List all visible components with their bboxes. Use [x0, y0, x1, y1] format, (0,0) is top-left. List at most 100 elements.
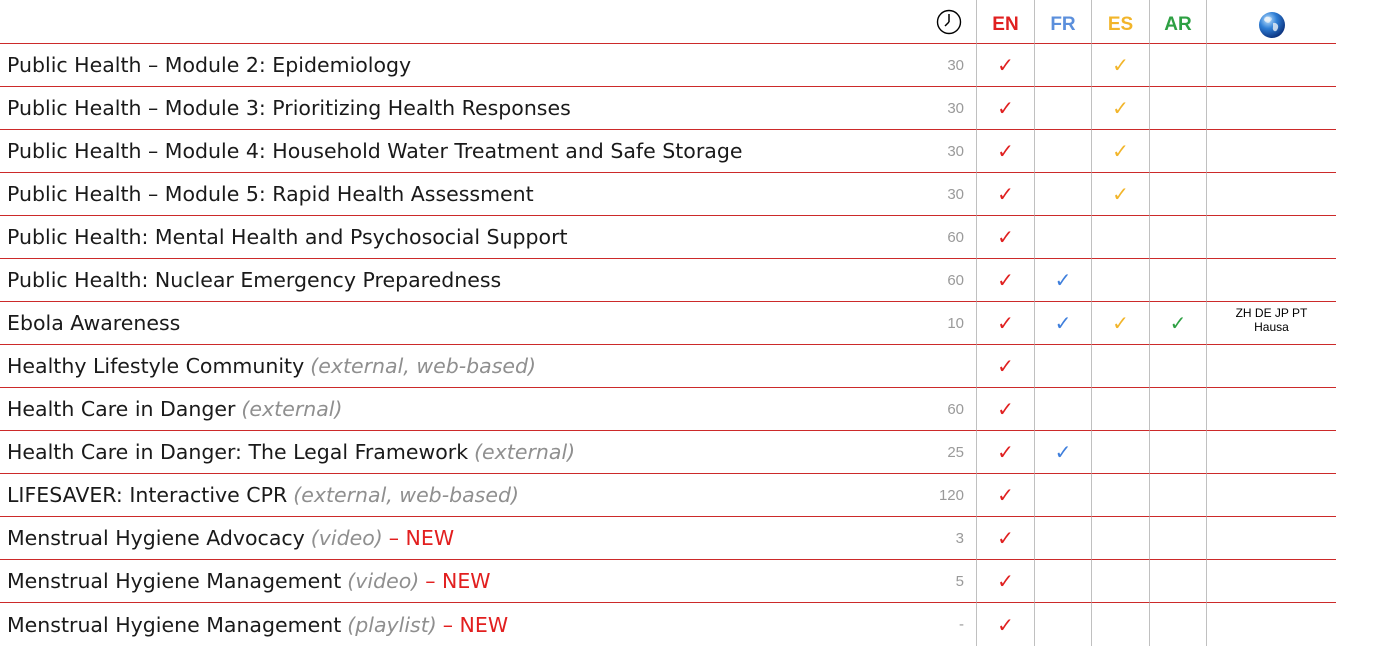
lang-cell-en: ✓ [976, 603, 1034, 646]
lang-cell-ar [1149, 431, 1206, 474]
course-title: Public Health: Nuclear Emergency Prepare… [0, 259, 922, 302]
lang-cell-en: ✓ [976, 388, 1034, 431]
lang-ar-label: AR [1164, 13, 1192, 35]
clock-icon [936, 9, 962, 34]
check-en: ✓ [997, 397, 1014, 421]
lang-cell-es [1091, 216, 1149, 259]
course-name: Menstrual Hygiene Management [7, 612, 342, 637]
course-title: LIFESAVER: Interactive CPR (external, web… [0, 474, 922, 517]
header-lang-fr: FR [1034, 0, 1091, 44]
lang-cell-en: ✓ [976, 474, 1034, 517]
other-languages-cell [1206, 560, 1336, 603]
course-name: Public Health: Nuclear Emergency Prepare… [7, 268, 502, 292]
lang-cell-es: ✓ [1091, 173, 1149, 216]
course-name: Menstrual Hygiene Management [7, 569, 342, 593]
course-title: Public Health: Mental Health and Psychos… [0, 216, 922, 259]
check-es: ✓ [1112, 311, 1129, 335]
lang-cell-ar [1149, 173, 1206, 216]
lang-cell-en: ✓ [976, 560, 1034, 603]
lang-cell-ar [1149, 474, 1206, 517]
check-en: ✓ [997, 225, 1014, 249]
course-title: Menstrual Hygiene Advocacy (video) – NEW [0, 517, 922, 560]
course-name: Health Care in Danger [7, 397, 236, 421]
course-duration: 60 [922, 388, 976, 431]
other-languages-cell [1206, 44, 1336, 87]
course-duration: 60 [922, 216, 976, 259]
lang-cell-en: ✓ [976, 259, 1034, 302]
course-note: (external, web-based) [293, 483, 519, 507]
lang-cell-ar [1149, 259, 1206, 302]
lang-cell-es [1091, 560, 1149, 603]
course-note: (video) [310, 526, 383, 550]
course-duration: 60 [922, 259, 976, 302]
course-name: Public Health – Module 3: Prioritizing H… [7, 96, 571, 120]
header-duration [922, 0, 976, 44]
lang-cell-es [1091, 517, 1149, 560]
lang-cell-fr [1034, 474, 1091, 517]
course-duration: 30 [922, 173, 976, 216]
check-fr: ✓ [1054, 440, 1072, 464]
lang-cell-fr [1034, 603, 1091, 646]
check-es: ✓ [1112, 53, 1129, 77]
globe-icon [1258, 11, 1285, 38]
course-name: Public Health: Mental Health and Psychos… [7, 225, 568, 249]
lang-cell-ar [1149, 603, 1206, 646]
course-name: LIFESAVER: Interactive CPR [7, 483, 288, 507]
lang-cell-fr [1034, 345, 1091, 388]
check-en: ✓ [997, 268, 1014, 292]
lang-cell-es [1091, 345, 1149, 388]
lang-fr-label: FR [1050, 13, 1076, 35]
other-languages-list: ZH DE JP PT Hausa [1236, 306, 1308, 340]
course-note: (playlist) [347, 612, 437, 637]
lang-cell-es: ✓ [1091, 87, 1149, 130]
lang-cell-es [1091, 603, 1149, 646]
check-es: ✓ [1112, 96, 1129, 120]
lang-cell-en: ✓ [976, 87, 1034, 130]
course-name: Ebola Awareness [7, 311, 181, 335]
other-language-line: Hausa [1254, 320, 1289, 334]
lang-cell-fr: ✓ [1034, 431, 1091, 474]
lang-en-label: EN [992, 13, 1019, 35]
course-title: Menstrual Hygiene Management (playlist) – … [0, 603, 922, 646]
other-languages-cell [1206, 87, 1336, 130]
header-lang-ar: AR [1149, 0, 1206, 44]
lang-cell-en: ✓ [976, 517, 1034, 560]
course-note: (external, web-based) [310, 354, 537, 378]
check-en: ✓ [997, 182, 1014, 206]
header-other-languages [1206, 0, 1336, 44]
check-en: ✓ [997, 440, 1014, 464]
check-en: ✓ [997, 53, 1014, 77]
lang-cell-es: ✓ [1091, 130, 1149, 173]
lang-cell-ar [1149, 517, 1206, 560]
course-title: Public Health – Module 3: Prioritizing H… [0, 87, 922, 130]
lang-cell-ar [1149, 130, 1206, 173]
course-note: (external) [241, 397, 343, 421]
check-es: ✓ [1112, 139, 1129, 163]
course-note: (external) [474, 440, 576, 464]
course-name: Public Health – Module 2: Epidemiology [7, 53, 412, 77]
course-duration: 5 [922, 560, 976, 603]
lang-cell-ar: ✓ [1149, 302, 1206, 345]
check-en: ✓ [997, 483, 1014, 507]
check-ar: ✓ [1169, 311, 1187, 335]
check-en: ✓ [997, 311, 1014, 335]
other-languages-cell [1206, 345, 1336, 388]
lang-es-label: ES [1107, 13, 1134, 35]
header-lang-es: ES [1091, 0, 1149, 44]
header-title-spacer [0, 0, 922, 44]
lang-cell-en: ✓ [976, 44, 1034, 87]
lang-cell-es [1091, 259, 1149, 302]
other-languages-cell [1206, 474, 1336, 517]
other-languages-cell [1206, 130, 1336, 173]
lang-cell-es [1091, 388, 1149, 431]
course-duration: 30 [922, 130, 976, 173]
check-en: ✓ [997, 612, 1014, 637]
course-name: Healthy Lifestyle Community [7, 354, 305, 378]
course-duration: 30 [922, 44, 976, 87]
check-en: ✓ [997, 139, 1014, 163]
lang-cell-fr [1034, 388, 1091, 431]
course-name: Public Health – Module 4: Household Wate… [7, 139, 743, 163]
new-badge: – NEW [425, 569, 491, 593]
course-note: (video) [347, 569, 420, 593]
check-fr: ✓ [1054, 311, 1072, 335]
